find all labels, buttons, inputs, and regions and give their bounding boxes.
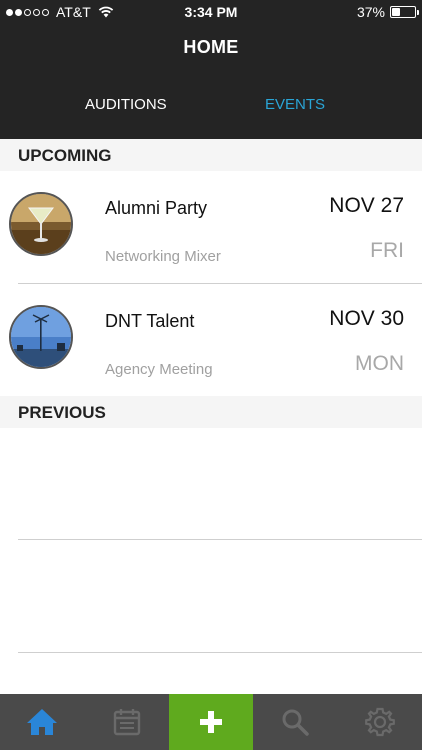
event-subtitle: Networking Mixer (105, 248, 221, 265)
search-icon (282, 709, 310, 736)
section-header-upcoming: UPCOMING (0, 139, 422, 171)
tabbar-settings[interactable] (338, 694, 422, 750)
page-title: HOME (183, 37, 239, 57)
divider (18, 539, 422, 540)
event-title: Alumni Party (105, 198, 208, 218)
home-icon (27, 709, 58, 735)
event-date: NOV 30 (329, 307, 404, 330)
event-subtitle: Agency Meeting (105, 361, 213, 378)
event-row[interactable]: Alumni Party Networking Mixer NOV 27 FRI (0, 171, 422, 283)
status-bar: AT&T 3:34 PM 37% (0, 0, 422, 24)
divider (18, 652, 422, 653)
event-date: NOV 27 (329, 194, 404, 217)
gear-icon (364, 707, 395, 737)
event-title: DNT Talent (105, 311, 195, 331)
event-row[interactable]: DNT Talent Agency Meeting NOV 30 MON (0, 284, 422, 396)
event-day: MON (355, 352, 404, 375)
tabbar-add[interactable] (168, 694, 254, 750)
event-thumbnail (9, 305, 73, 369)
battery-percent: 37% (356, 4, 385, 20)
tabbar-search[interactable] (253, 694, 337, 750)
section-title-previous: PREVIOUS (18, 403, 106, 422)
calendar-icon (113, 709, 140, 736)
tab-auditions[interactable]: AUDITIONS (85, 96, 167, 113)
app-header: AT&T 3:34 PM 37% HOME AUDITIONS EVENTS (0, 0, 422, 139)
tab-events[interactable]: EVENTS (265, 96, 325, 113)
plus-icon (200, 711, 223, 733)
tabbar-calendar[interactable] (84, 694, 168, 750)
bottom-tab-bar (0, 694, 422, 750)
event-day: FRI (370, 239, 404, 262)
battery-icon (390, 6, 419, 18)
status-right: 37% (356, 4, 419, 20)
event-thumbnail (9, 192, 73, 256)
section-title-upcoming: UPCOMING (18, 146, 112, 165)
segment-tabs: AUDITIONS EVENTS (0, 96, 422, 118)
section-header-previous: PREVIOUS (0, 396, 422, 428)
tabbar-home[interactable] (0, 694, 84, 750)
